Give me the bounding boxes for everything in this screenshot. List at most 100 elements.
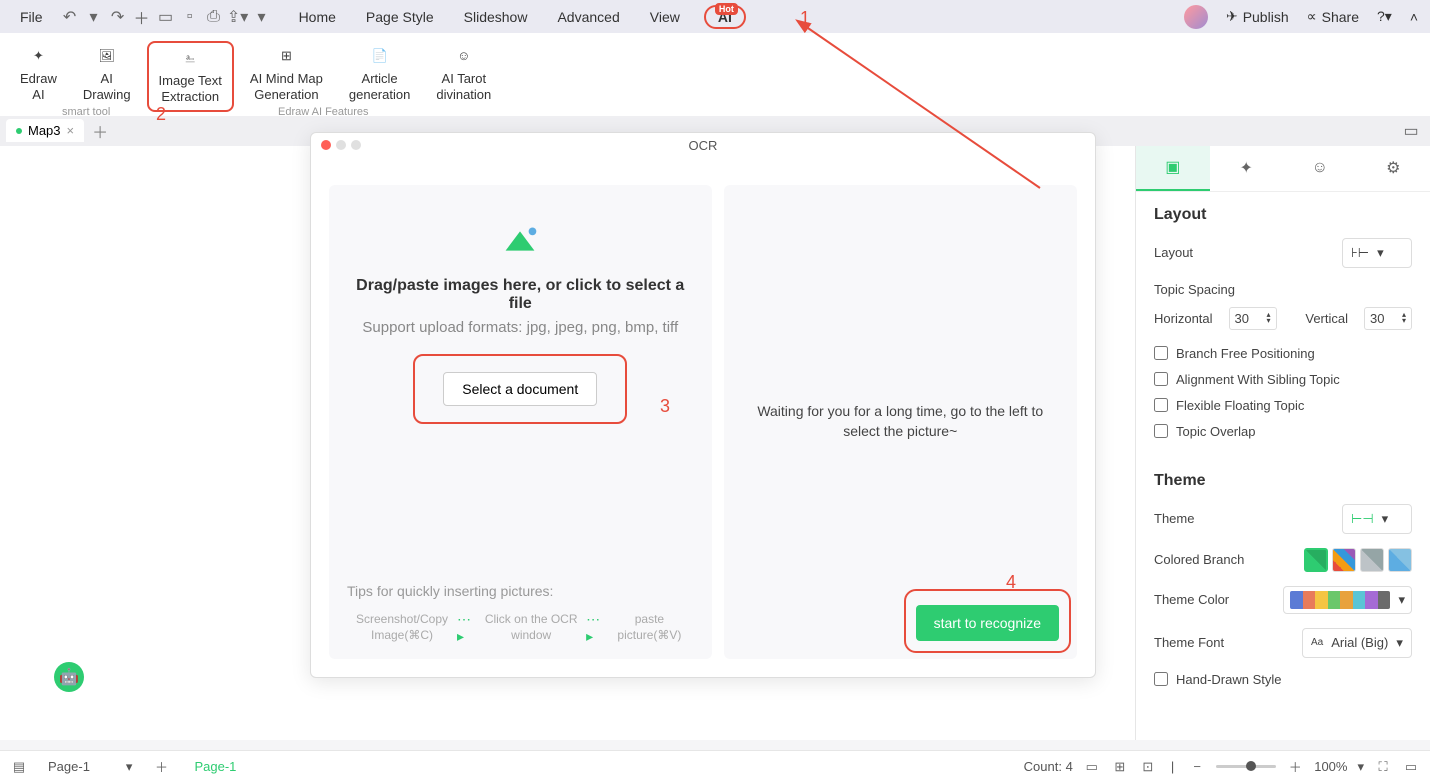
- annotation-1: 1: [800, 8, 810, 29]
- add-page-button[interactable]: ＋: [152, 758, 170, 776]
- avatar[interactable]: [1184, 5, 1208, 29]
- tab-advanced[interactable]: Advanced: [551, 5, 625, 29]
- tips-section: Tips for quickly inserting pictures: Scr…: [347, 583, 694, 645]
- open-icon[interactable]: ▭: [157, 8, 175, 26]
- vertical-input[interactable]: 30▴▾: [1364, 307, 1412, 330]
- zoom-slider[interactable]: [1216, 765, 1276, 768]
- help-button[interactable]: ?▾: [1377, 8, 1392, 25]
- modal-titlebar: OCR: [311, 133, 1095, 157]
- export-icon[interactable]: ⇪▾: [229, 8, 247, 26]
- horizontal-input[interactable]: 30▴▾: [1229, 307, 1277, 330]
- publish-button[interactable]: ✈ Publish: [1226, 8, 1289, 25]
- theme-label: Theme: [1154, 511, 1194, 526]
- swatch-3[interactable]: [1360, 548, 1384, 572]
- share-icon: ∝: [1307, 8, 1317, 25]
- tab-view[interactable]: View: [644, 5, 686, 29]
- theme-font-select[interactable]: AaArial (Big)▾: [1302, 628, 1412, 658]
- fullscreen-icon[interactable]: ⛶: [1374, 758, 1392, 776]
- view-mode-1-icon[interactable]: ▭: [1083, 758, 1101, 776]
- ribbon-label: AI Tarot divination: [436, 71, 491, 104]
- theme-color-label: Theme Color: [1154, 592, 1229, 607]
- minimize-icon[interactable]: [336, 140, 346, 150]
- tip-step-3: paste picture(⌘V): [605, 612, 693, 643]
- tab-slideshow[interactable]: Slideshow: [458, 5, 534, 29]
- split-view-icon[interactable]: ▭: [1402, 122, 1420, 140]
- view-mode-3-icon[interactable]: ⊡: [1139, 758, 1157, 776]
- zoom-out-button[interactable]: −: [1188, 758, 1206, 776]
- chat-fab[interactable]: 🤖: [54, 662, 84, 692]
- upload-image-icon: [496, 221, 544, 261]
- recognize-highlight: start to recognize: [904, 589, 1071, 653]
- save-icon[interactable]: ▫: [181, 8, 199, 26]
- doc-tab-label: Map3: [28, 123, 61, 138]
- new-icon[interactable]: ＋: [133, 8, 151, 26]
- panel-tab-settings[interactable]: ⚙: [1357, 146, 1430, 191]
- tab-page-style[interactable]: Page Style: [360, 5, 440, 29]
- checkbox-branch-free[interactable]: Branch Free Positioning: [1154, 346, 1412, 361]
- ribbon-image-text-extraction[interactable]: ⎁ Image Text Extraction: [147, 41, 234, 112]
- page-tab[interactable]: Page-1: [180, 755, 250, 778]
- checkbox-hand-drawn[interactable]: Hand-Drawn Style: [1154, 672, 1412, 687]
- swatch-1[interactable]: [1304, 548, 1328, 572]
- ocr-icon: ⎁: [179, 47, 201, 69]
- ocr-modal: OCR Drag/paste images here, or click to …: [310, 132, 1096, 678]
- start-recognize-button[interactable]: start to recognize: [916, 605, 1059, 641]
- article-icon: 📄: [369, 45, 391, 67]
- add-tab-button[interactable]: ＋: [90, 121, 110, 141]
- file-menu[interactable]: File: [12, 5, 51, 29]
- theme-color-select[interactable]: ▾: [1283, 586, 1412, 614]
- page-dropdown[interactable]: Page-1 ▾: [38, 755, 142, 779]
- checkbox-alignment[interactable]: Alignment With Sibling Topic: [1154, 372, 1412, 387]
- zoom-in-button[interactable]: ＋: [1286, 758, 1304, 776]
- more-icon[interactable]: ▾: [253, 8, 271, 26]
- doc-status-icon: [16, 128, 22, 134]
- chevron-down-icon: ▾: [1398, 592, 1405, 608]
- collapse-ribbon-icon[interactable]: ˄: [1410, 9, 1418, 25]
- tab-home[interactable]: Home: [293, 5, 342, 29]
- ribbon-ai-drawing[interactable]: 🖼 AI Drawing: [73, 41, 141, 112]
- close-tab-icon[interactable]: ×: [67, 123, 75, 138]
- ribbon-article-generation[interactable]: 📄 Article generation: [339, 41, 420, 112]
- sparkle-icon: ✦: [27, 45, 49, 67]
- maximize-icon[interactable]: [351, 140, 361, 150]
- undo-icon[interactable]: ↶: [61, 8, 79, 26]
- layout-select[interactable]: ⊦⊢ ▾: [1342, 238, 1412, 268]
- swatch-2[interactable]: [1332, 548, 1356, 572]
- result-pane: Waiting for you for a long time, go to t…: [724, 185, 1078, 659]
- select-document-button[interactable]: Select a document: [443, 372, 597, 406]
- undo-dropdown-icon[interactable]: ▾: [85, 8, 103, 26]
- right-panel: ▣ ✦ ☺ ⚙ Layout Layout ⊦⊢▾ Topic Spacing …: [1135, 146, 1430, 740]
- view-mode-2-icon[interactable]: ⊞: [1111, 758, 1129, 776]
- ribbon-edraw-ai[interactable]: ✦ Edraw AI: [10, 41, 67, 112]
- branch-swatches: [1304, 548, 1412, 572]
- print-icon[interactable]: ⎙: [205, 8, 223, 26]
- layout-preview-icon: ⊦⊢: [1351, 245, 1369, 261]
- tab-ai[interactable]: AI Hot: [704, 5, 746, 29]
- theme-select[interactable]: ⊢⊣▾: [1342, 504, 1412, 534]
- share-button[interactable]: ∝ Share: [1307, 8, 1359, 25]
- pages-icon[interactable]: ▤: [10, 758, 28, 776]
- select-highlight: Select a document: [413, 354, 627, 424]
- chevron-down-icon[interactable]: ▾: [1357, 759, 1364, 775]
- image-ai-icon: 🖼: [96, 45, 118, 67]
- ribbon-label: AI Mind Map Generation: [250, 71, 323, 104]
- checkbox-flexible[interactable]: Flexible Floating Topic: [1154, 398, 1412, 413]
- document-tab[interactable]: Map3 ×: [6, 119, 84, 142]
- tip-step-2: Click on the OCR window: [476, 612, 586, 643]
- drop-pane[interactable]: Drag/paste images here, or click to sele…: [329, 185, 712, 659]
- ribbon-ai-mindmap[interactable]: ⊞ AI Mind Map Generation: [240, 41, 333, 112]
- ribbon-tarot[interactable]: ☺ AI Tarot divination: [426, 41, 501, 112]
- checkbox-overlap[interactable]: Topic Overlap: [1154, 424, 1412, 439]
- publish-icon: ✈: [1226, 8, 1238, 25]
- fit-icon[interactable]: ▭: [1402, 758, 1420, 776]
- sparkle-icon: ✦: [1240, 158, 1253, 178]
- redo-icon[interactable]: ↷: [109, 8, 127, 26]
- mindmap-icon: ⊞: [275, 45, 297, 67]
- chevron-down-icon: ▾: [1377, 245, 1384, 261]
- swatch-4[interactable]: [1388, 548, 1412, 572]
- panel-tab-style[interactable]: ✦: [1210, 146, 1284, 191]
- panel-tab-emoji[interactable]: ☺: [1283, 146, 1357, 191]
- close-icon[interactable]: [321, 140, 331, 150]
- panel-tab-layout[interactable]: ▣: [1136, 146, 1210, 191]
- hot-badge: Hot: [715, 3, 738, 15]
